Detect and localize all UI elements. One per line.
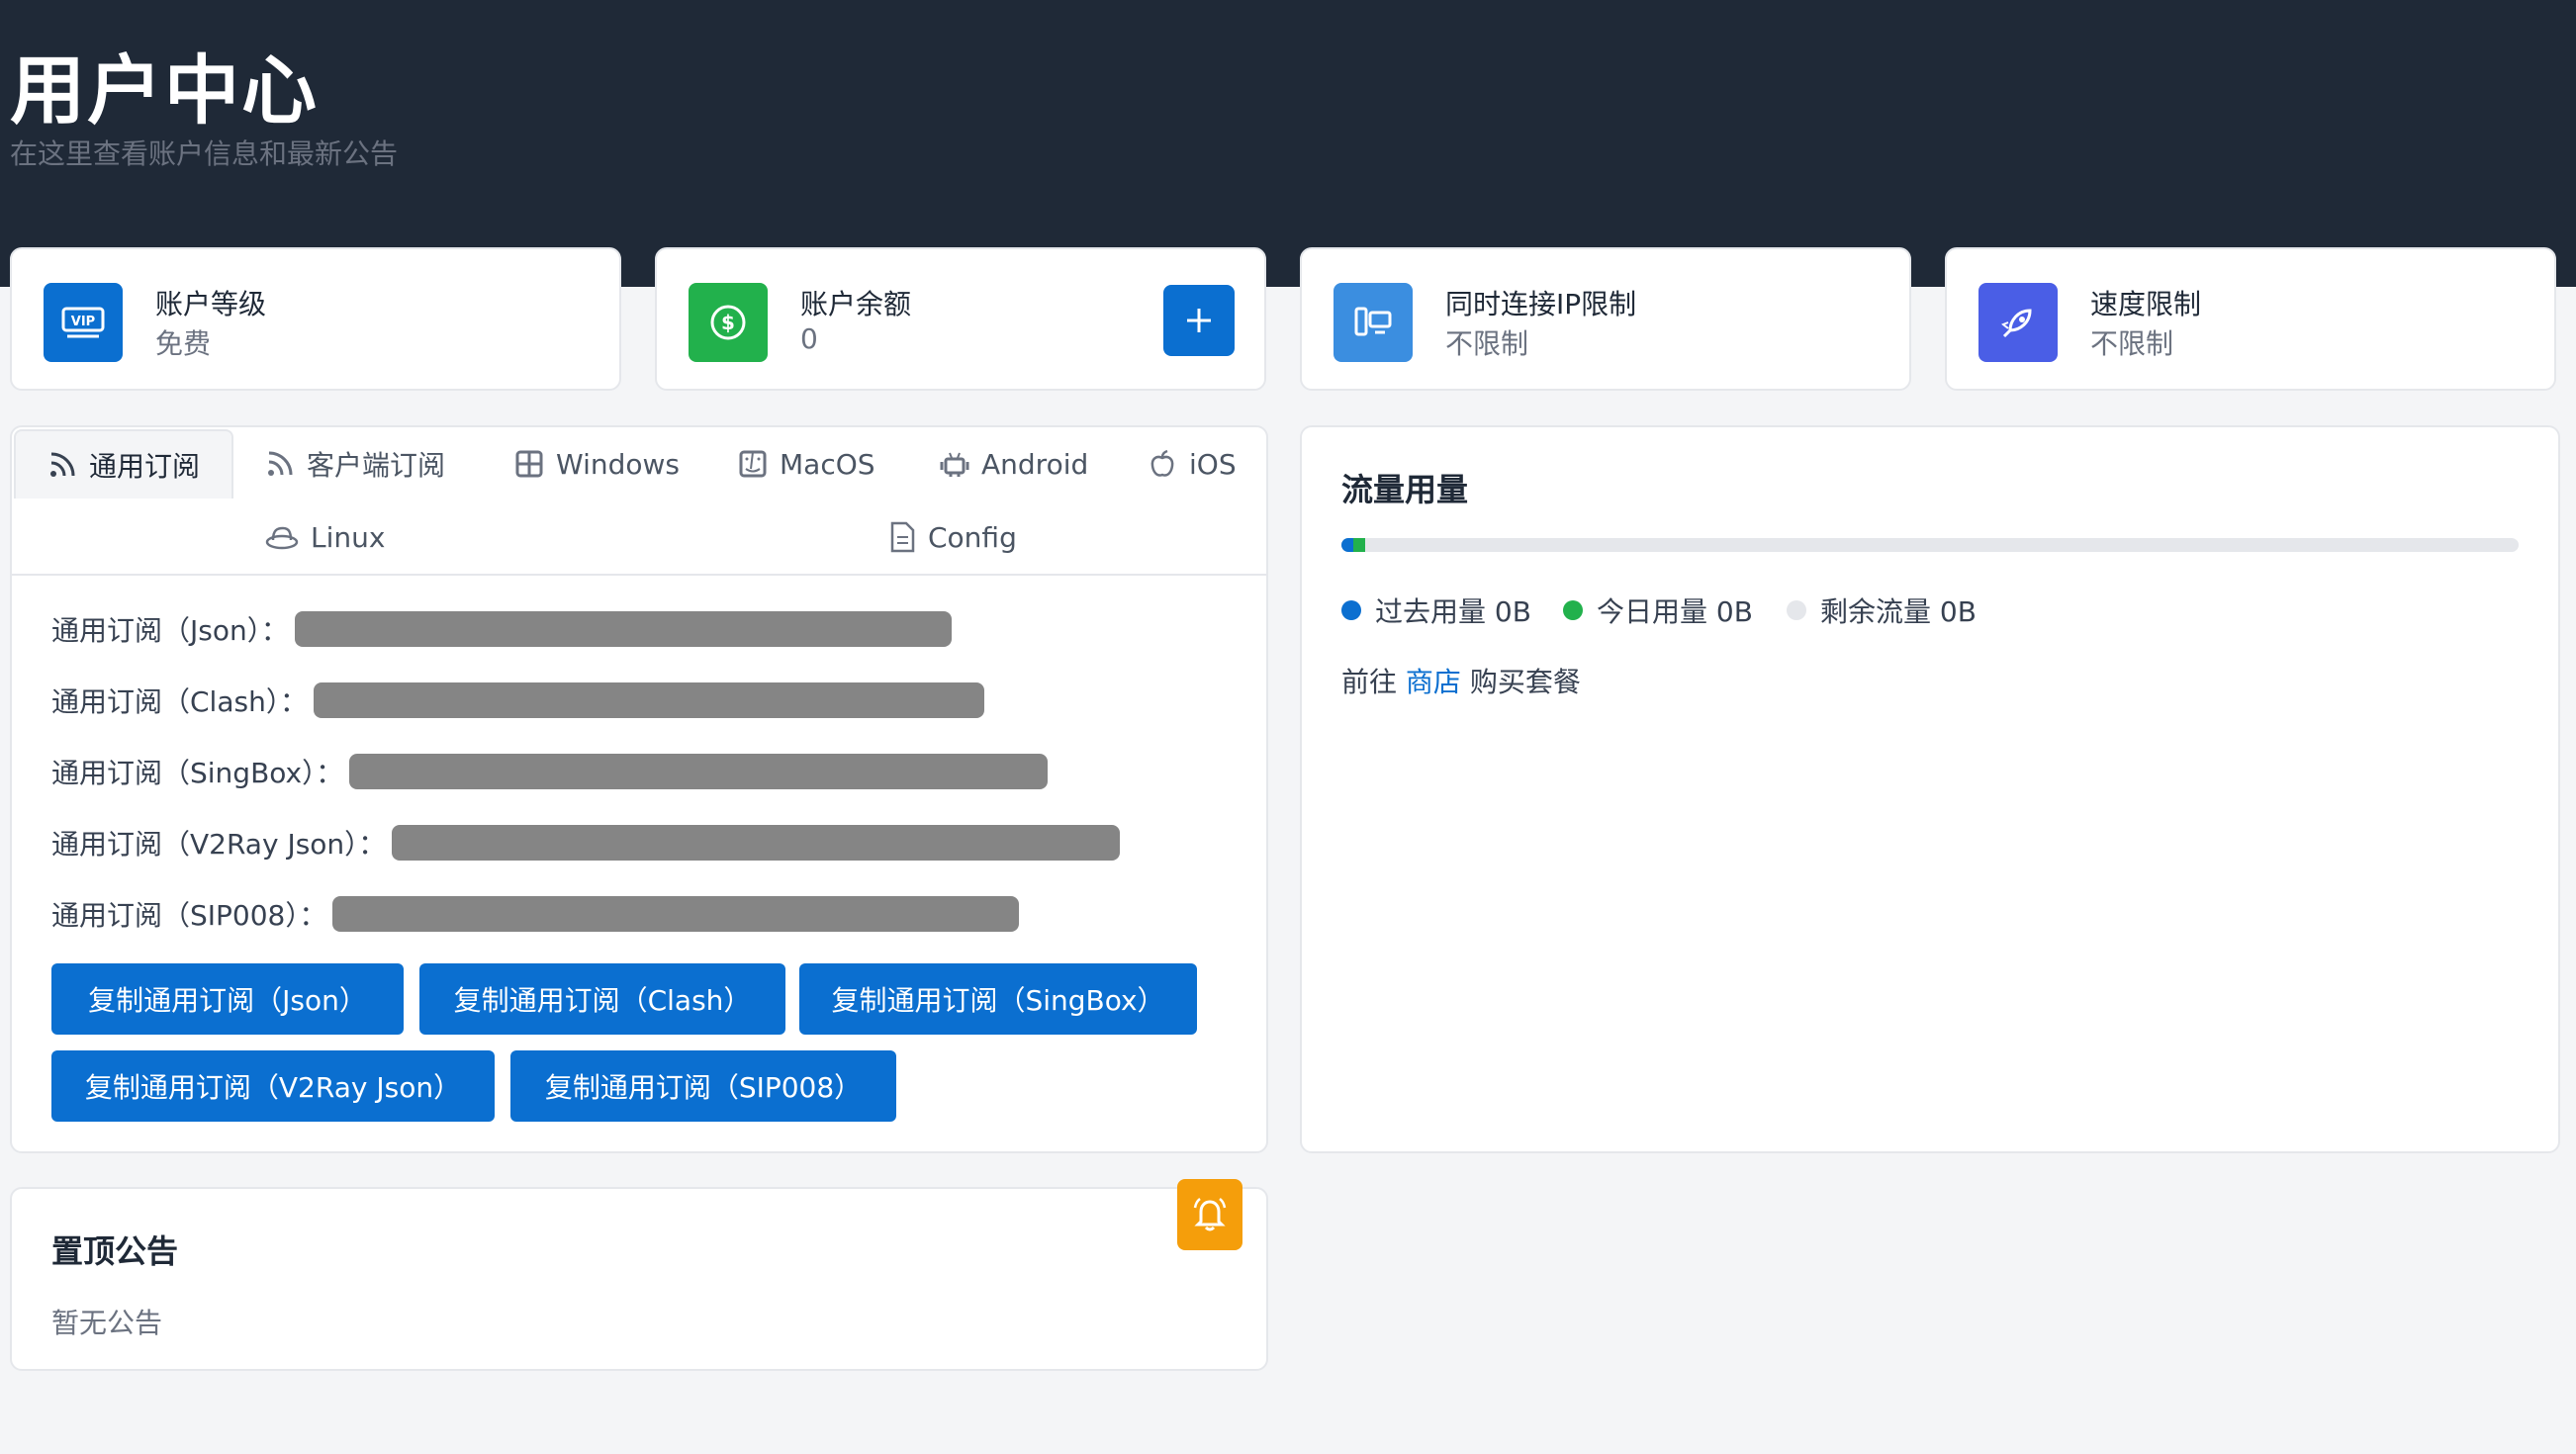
legend-label: 今日用量 0B	[1597, 595, 1753, 628]
copy-sip008-button[interactable]: 复制通用订阅（SIP008）	[510, 1050, 896, 1122]
subscription-row-singbox: 通用订阅（SingBox）：	[51, 752, 1049, 791]
legend-label: 剩余流量 0B	[1820, 595, 1977, 628]
subscription-row-sip008: 通用订阅（SIP008）：	[51, 894, 1020, 934]
rss-icon	[268, 451, 293, 476]
subscription-url-redacted[interactable]	[392, 825, 1121, 861]
tab-client-subscription[interactable]: 客户端订阅	[265, 429, 445, 499]
page-header: 用户中心 在这里查看账户信息和最新公告	[0, 0, 2576, 287]
notification-bell-button[interactable]	[1177, 1179, 1242, 1250]
today-usage-fill	[1353, 538, 1365, 552]
page-subtitle: 在这里查看账户信息和最新公告	[10, 137, 399, 170]
tab-config[interactable]: Config	[888, 502, 1017, 572]
speed-limit-card: 速度限制 不限制	[1945, 247, 2556, 391]
plus-icon	[1187, 309, 1211, 332]
android-icon	[940, 452, 969, 477]
subscription-label: 通用订阅（SIP008）：	[51, 899, 327, 932]
ip-limit-value: 不限制	[1445, 327, 1529, 360]
speed-limit-label: 速度限制	[2090, 288, 2202, 320]
copy-json-button[interactable]: 复制通用订阅（Json）	[51, 963, 404, 1035]
copy-singbox-button[interactable]: 复制通用订阅（SingBox）	[799, 963, 1197, 1035]
tab-macos[interactable]: MacOS	[738, 429, 875, 499]
subscription-label: 通用订阅（SingBox）：	[51, 757, 344, 789]
copy-v2ray-json-button[interactable]: 复制通用订阅（V2Ray Json）	[51, 1050, 495, 1122]
shop-prefix: 前往	[1341, 666, 1398, 698]
account-balance-card: $ 账户余额 0	[655, 247, 1266, 391]
subscription-url-redacted[interactable]	[332, 896, 1020, 932]
svg-text:$: $	[721, 311, 735, 334]
page-title: 用户中心	[10, 46, 319, 135]
ip-limit-label: 同时连接IP限制	[1445, 288, 1637, 320]
legend-dot	[1341, 600, 1361, 620]
tab-label: Linux	[311, 520, 386, 554]
legend-label: 过去用量 0B	[1375, 595, 1531, 628]
traffic-progress-bar	[1341, 538, 2519, 552]
file-icon	[890, 521, 915, 553]
tab-windows[interactable]: Windows	[514, 429, 680, 499]
legend-remaining-traffic: 剩余流量 0B	[1787, 591, 1977, 630]
copy-clash-button[interactable]: 复制通用订阅（Clash）	[419, 963, 785, 1035]
dollar-icon: $	[689, 283, 768, 362]
svg-text:VIP: VIP	[71, 315, 95, 329]
tabs-divider	[12, 574, 1266, 576]
shop-line: 前往 商店 购买套餐	[1341, 661, 1581, 700]
subscription-row-v2ray-json: 通用订阅（V2Ray Json）：	[51, 823, 1121, 863]
announcement-empty-text: 暂无公告	[51, 1307, 163, 1339]
tab-ios[interactable]: iOS	[1148, 429, 1237, 499]
vip-icon: VIP	[44, 283, 123, 362]
shop-suffix: 购买套餐	[1469, 666, 1581, 698]
subscription-row-json: 通用订阅（Json）：	[51, 609, 952, 649]
tab-label: Android	[981, 447, 1089, 481]
subscription-url-redacted[interactable]	[349, 754, 1049, 789]
legend-dot	[1563, 600, 1583, 620]
tab-android[interactable]: Android	[940, 429, 1088, 499]
legend-today-usage: 今日用量 0B	[1563, 591, 1753, 630]
apple-icon	[1150, 449, 1174, 477]
tab-label: Config	[928, 520, 1017, 554]
tab-label: Windows	[556, 447, 680, 481]
tab-label: MacOS	[780, 447, 875, 481]
traffic-panel: 流量用量 过去用量 0B 今日用量 0B 剩余流量 0B 前往 商店 购买套餐	[1300, 425, 2560, 1153]
subscription-label: 通用订阅（Json）：	[51, 614, 289, 647]
subscription-label: 通用订阅（Clash）：	[51, 685, 308, 718]
ip-limit-card: 同时连接IP限制 不限制	[1300, 247, 1911, 391]
subscription-row-clash: 通用订阅（Clash）：	[51, 681, 984, 720]
bell-icon	[1193, 1198, 1227, 1231]
traffic-title: 流量用量	[1341, 471, 1469, 508]
account-balance-value: 0	[800, 322, 818, 355]
subscription-panel: 通用订阅 客户端订阅 Windows MacOS Android iOS Lin…	[10, 425, 1268, 1153]
announcement-panel: 置顶公告 暂无公告	[10, 1187, 1268, 1371]
legend-dot	[1787, 600, 1806, 620]
subscription-url-redacted[interactable]	[313, 682, 984, 718]
rss-icon	[50, 452, 75, 477]
tab-label: 通用订阅	[89, 450, 201, 483]
subscription-label: 通用订阅（V2Ray Json）：	[51, 828, 387, 861]
devices-icon	[1334, 283, 1413, 362]
tab-linux[interactable]: Linux	[265, 502, 385, 572]
tab-general-subscription[interactable]: 通用订阅	[14, 429, 233, 499]
subscription-url-redacted[interactable]	[294, 611, 952, 647]
account-balance-label: 账户余额	[800, 288, 912, 320]
account-level-label: 账户等级	[155, 288, 267, 320]
add-balance-button[interactable]	[1163, 285, 1235, 356]
past-usage-fill	[1341, 538, 1353, 552]
tab-label: iOS	[1189, 447, 1237, 481]
redhat-icon	[265, 526, 299, 550]
windows-icon	[515, 450, 543, 478]
account-level-card: VIP 账户等级 免费	[10, 247, 621, 391]
account-level-value: 免费	[155, 327, 212, 360]
legend-past-usage: 过去用量 0B	[1341, 591, 1531, 630]
rocket-icon	[1978, 283, 2058, 362]
speed-limit-value: 不限制	[2090, 327, 2174, 360]
finder-icon	[739, 450, 767, 478]
tab-label: 客户端订阅	[307, 449, 446, 482]
announcement-title: 置顶公告	[51, 1232, 179, 1270]
shop-link[interactable]: 商店	[1406, 666, 1461, 698]
